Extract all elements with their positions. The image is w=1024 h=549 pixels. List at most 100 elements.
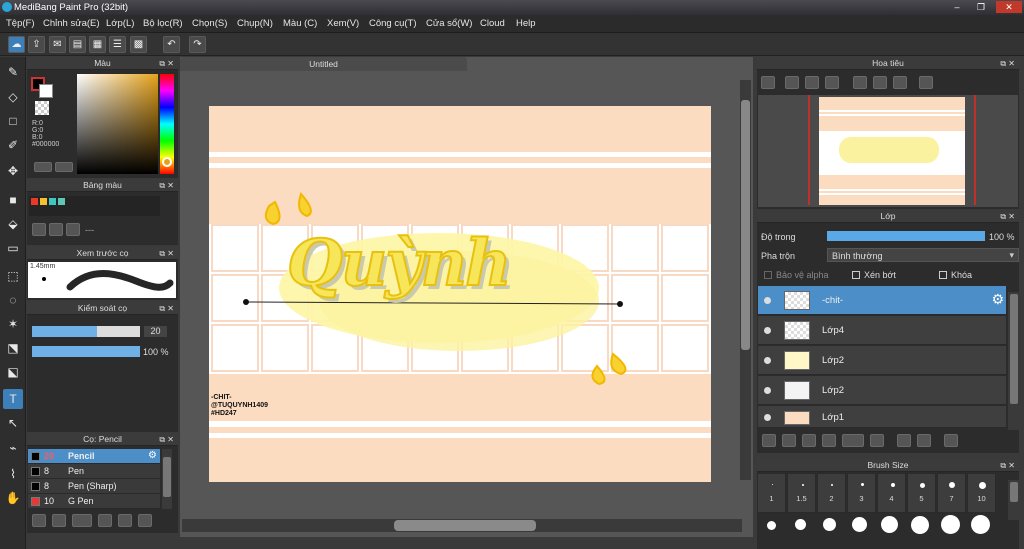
hue-handle[interactable] — [162, 157, 172, 167]
menu-help[interactable]: Help — [516, 18, 536, 29]
menu-snap[interactable]: Chụp(N) — [237, 18, 273, 29]
layer-row-chit[interactable]: -chit- ⚙ — [758, 286, 1006, 315]
gear-icon[interactable]: ⚙ — [991, 291, 1004, 308]
lasso-tool-icon[interactable]: ◌ — [3, 290, 23, 310]
menu-edit[interactable]: Chỉnh sửa(E) — [43, 18, 100, 29]
menu-window[interactable]: Cửa sổ(W) — [426, 18, 472, 29]
drawing-canvas[interactable]: Quỳnh -CHIT- @TUQUYNH1409 #HD247 — [209, 106, 711, 482]
redo-icon[interactable]: ↷ — [189, 36, 206, 53]
brush-size-option[interactable] — [852, 517, 867, 532]
zoom-fit-icon[interactable] — [761, 76, 775, 89]
panel-close-icon[interactable]: ⧉ ✕ — [159, 57, 174, 70]
document-icon[interactable]: ▤ — [69, 36, 86, 53]
background-color[interactable] — [39, 84, 53, 98]
horizontal-scroll-thumb[interactable] — [394, 520, 536, 531]
protect-alpha-checkbox[interactable] — [764, 271, 772, 279]
brush-size-option[interactable]: 7 — [937, 473, 966, 513]
lock-checkbox[interactable] — [939, 271, 947, 279]
brush-size-option[interactable] — [911, 516, 929, 534]
brush-opacity-slider[interactable] — [32, 346, 140, 357]
color-swap-button[interactable] — [55, 162, 73, 172]
delete-palette-button[interactable] — [66, 223, 80, 236]
new-layer-button[interactable] — [762, 434, 776, 447]
delete-brush-button[interactable] — [98, 514, 112, 527]
new-halftone-layer-button[interactable] — [782, 434, 796, 447]
delete-layer-button[interactable] — [944, 434, 958, 447]
brush-size-option[interactable]: 10 — [967, 473, 996, 513]
list-icon[interactable]: ☰ — [109, 36, 126, 53]
layer-row-lop2[interactable]: Lớp2 — [758, 376, 1006, 405]
eyedropper-icon[interactable]: ⌇ — [3, 464, 23, 484]
folder-layer-button[interactable] — [870, 434, 884, 447]
select-eraser-icon[interactable]: ⬕ — [3, 362, 23, 382]
palette-swatch[interactable] — [49, 198, 56, 205]
gear-icon[interactable]: ⚙ — [148, 450, 157, 461]
menu-cloud[interactable]: Cloud — [480, 18, 505, 29]
visibility-icon[interactable] — [764, 327, 771, 334]
panel-close-icon[interactable]: ⧉ ✕ — [1000, 210, 1015, 223]
bucket-tool-icon[interactable]: ⬙ — [3, 214, 23, 234]
visibility-icon[interactable] — [764, 297, 771, 304]
new-palette-button[interactable] — [32, 223, 46, 236]
palette-swatch[interactable] — [31, 198, 38, 205]
canvas-horizontal-scrollbar[interactable] — [182, 519, 742, 532]
text-tool-icon[interactable]: T — [3, 389, 23, 409]
move-tool-icon[interactable]: ✥ — [3, 161, 23, 181]
color-mode-button[interactable] — [34, 162, 52, 172]
brush-size-option[interactable] — [881, 516, 898, 533]
brush-item-pen-sharp[interactable]: 8 Pen (Sharp) — [28, 479, 160, 494]
clipping-checkbox[interactable] — [852, 271, 860, 279]
brush-item-pen[interactable]: 8 Pen — [28, 464, 160, 479]
pen-tool-icon[interactable]: ✐ — [3, 135, 23, 155]
minimize-button[interactable]: – — [946, 1, 968, 13]
brush-size-option[interactable]: 5 — [907, 473, 936, 513]
brush-item-g-pen[interactable]: 10 G Pen — [28, 494, 160, 509]
close-button[interactable]: ✕ — [996, 1, 1022, 13]
blend-mode-select[interactable]: Bình thường ▾ — [827, 248, 1019, 262]
comment-icon[interactable]: ✉ — [49, 36, 66, 53]
brush-size-scrollbar[interactable] — [1008, 480, 1020, 520]
brush-tool-icon[interactable]: ✎ — [3, 62, 23, 82]
layer-row-lop1[interactable]: Lớp1 — [758, 406, 1006, 428]
select-pen-icon[interactable]: ⬔ — [3, 338, 23, 358]
brush-size-option[interactable] — [795, 519, 806, 530]
palette-swatch[interactable] — [58, 198, 65, 205]
panel-close-icon[interactable]: ⧉ ✕ — [1000, 459, 1015, 472]
panel-close-icon[interactable]: ⧉ ✕ — [159, 179, 174, 192]
rotate-left-icon[interactable] — [853, 76, 867, 89]
magic-wand-icon[interactable]: ✶ — [3, 314, 23, 334]
layer-opacity-slider[interactable] — [827, 231, 985, 241]
fit-window-icon[interactable] — [805, 76, 819, 89]
brush-size-option[interactable] — [767, 521, 776, 530]
merge-layer-button[interactable] — [917, 434, 931, 447]
menu-select[interactable]: Chọn(S) — [192, 18, 227, 29]
transparent-color[interactable] — [35, 101, 49, 115]
menu-view[interactable]: Xem(V) — [327, 18, 359, 29]
folder-brush-button[interactable] — [118, 514, 132, 527]
select-tool-icon[interactable]: ⬚ — [3, 266, 23, 286]
brush-item-pencil[interactable]: 20 Pencil ⚙ — [28, 449, 160, 464]
brush-size-option[interactable] — [823, 518, 836, 531]
divide-tool-icon[interactable]: ⌁ — [3, 438, 23, 458]
fill-rect-tool-icon[interactable]: ■ — [3, 190, 23, 210]
layer-scrollbar[interactable] — [1008, 292, 1020, 432]
panel-close-icon[interactable]: ⧉ ✕ — [159, 433, 174, 446]
reset-view-icon[interactable] — [873, 76, 887, 89]
brush-size-option[interactable] — [971, 515, 990, 534]
copy-palette-button[interactable] — [49, 223, 63, 236]
brush-size-value[interactable]: 20 — [144, 326, 167, 337]
panel-close-icon[interactable]: ⧉ ✕ — [159, 247, 174, 260]
document-tab[interactable]: Untitled — [180, 57, 467, 71]
visibility-icon[interactable] — [764, 357, 771, 364]
new-1bit-layer-button[interactable] — [822, 434, 836, 447]
brush-size-option[interactable]: 4 — [877, 473, 906, 513]
maximize-button[interactable]: ❐ — [970, 1, 992, 13]
new-8bit-layer-button[interactable] — [802, 434, 816, 447]
brush-size-option[interactable]: 2 — [817, 473, 846, 513]
grid-icon[interactable]: ▩ — [130, 36, 147, 53]
flip-icon[interactable] — [919, 76, 933, 89]
add-layer-menu-button[interactable] — [842, 434, 864, 447]
cloud-brush-button[interactable] — [32, 514, 46, 527]
gradient-tool-icon[interactable]: ▭ — [3, 238, 23, 258]
panel-close-icon[interactable]: ⧉ ✕ — [1000, 57, 1015, 70]
